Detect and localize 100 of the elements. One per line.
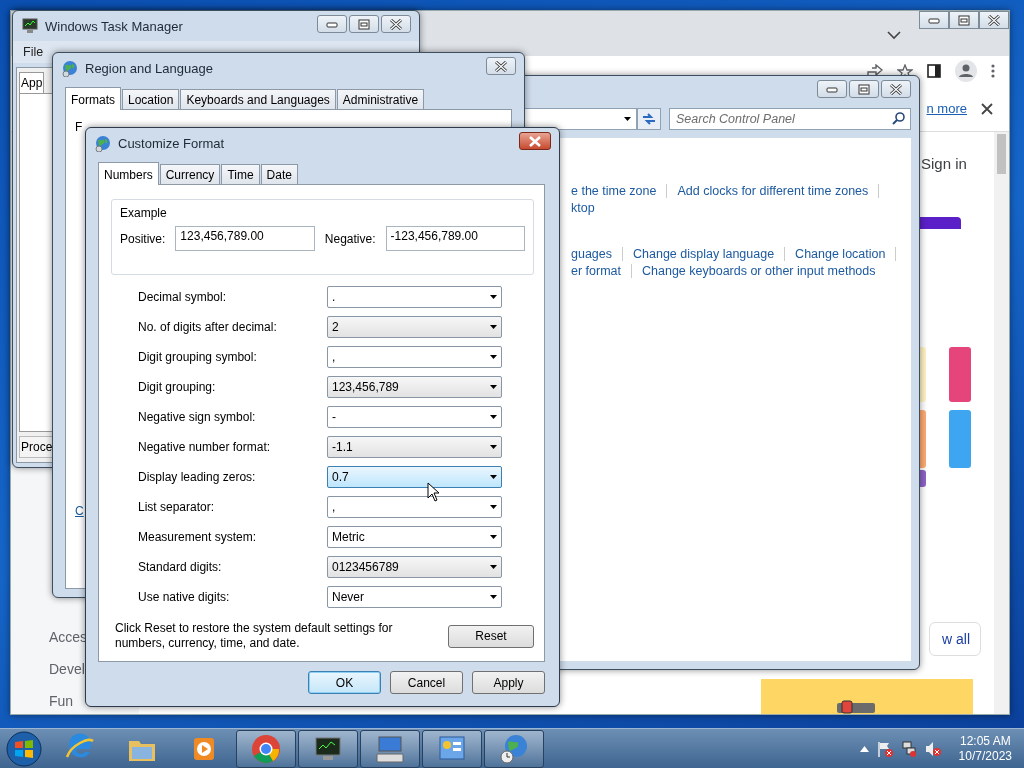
field-label: Negative number format: (138, 440, 272, 454)
app-card (949, 410, 971, 468)
caret-icon (624, 116, 632, 122)
cursor-icon (427, 482, 440, 502)
refresh-button[interactable] (637, 108, 661, 130)
reset-button[interactable]: Reset (448, 624, 534, 648)
tab[interactable]: Proce (19, 436, 55, 458)
ok-button[interactable]: OK (308, 671, 381, 694)
profile-icon[interactable] (955, 60, 977, 82)
field-label: Use native digits: (138, 590, 231, 604)
close-button[interactable] (979, 11, 1009, 29)
tab[interactable]: Numbers (98, 162, 159, 185)
settings-link[interactable]: Change keyboards or other input methods (642, 263, 886, 278)
apply-button[interactable]: Apply (472, 671, 545, 694)
field-label: Negative sign symbol: (138, 410, 257, 424)
caret-icon (490, 355, 497, 359)
dropdown[interactable]: 0.7 (327, 466, 502, 488)
cancel-button[interactable]: Cancel (390, 671, 463, 694)
start-button[interactable] (6, 730, 42, 767)
clock[interactable]: 12:05 AM 10/7/2023 (958, 733, 1012, 764)
field-label: Decimal symbol: (138, 290, 228, 304)
tab[interactable]: Currency (159, 164, 221, 184)
app-card (949, 347, 971, 402)
dropdown[interactable]: Metric (327, 526, 502, 548)
close-button[interactable] (519, 132, 551, 150)
globe-icon (94, 134, 112, 152)
field-label: Standard digits: (138, 560, 223, 574)
minimize-button[interactable] (919, 11, 949, 29)
settings-link[interactable]: Change display language (633, 246, 786, 261)
tab[interactable]: Location (122, 89, 180, 109)
dropdown[interactable]: 0123456789 (327, 556, 502, 578)
example-field: 123,456,789.00 (175, 226, 315, 251)
close-icon (890, 83, 902, 95)
dropdown[interactable]: - (327, 406, 502, 428)
more-menu-icon[interactable] (991, 64, 995, 78)
taskbar-button[interactable] (360, 729, 420, 768)
dropdown[interactable]: 123,456,789 (327, 376, 502, 398)
maximize-icon (858, 83, 870, 95)
scrollbar[interactable] (994, 132, 1009, 714)
close-icon[interactable] (981, 102, 993, 115)
window-title: Customize Format (118, 135, 225, 151)
tab[interactable]: Formats (65, 87, 121, 110)
learn-more-link[interactable]: n more (926, 101, 967, 116)
search-icon (892, 112, 905, 125)
network-icon[interactable] (900, 740, 917, 757)
taskbar-button[interactable] (484, 729, 544, 768)
field-label: Negative: (324, 231, 376, 246)
sign-in-text[interactable]: Sign in (921, 155, 967, 172)
close-button[interactable] (486, 57, 516, 75)
tab[interactable]: Administrative (336, 89, 425, 109)
chevron-down-icon[interactable] (887, 31, 901, 40)
settings-link[interactable]: ktop (571, 200, 605, 215)
settings-link[interactable]: er format (571, 263, 632, 278)
field-label: Display leading zeros: (138, 470, 257, 484)
close-button[interactable] (881, 80, 911, 98)
field-label: Measurement system: (138, 530, 258, 544)
field-label: No. of digits after decimal: (138, 320, 278, 334)
flag-icon[interactable] (876, 740, 893, 757)
taskbar-button[interactable] (236, 729, 296, 768)
tab[interactable]: Date (260, 164, 298, 184)
volume-icon[interactable] (924, 740, 941, 757)
dropdown[interactable]: , (327, 496, 502, 518)
view-all-button[interactable]: w all (929, 622, 981, 656)
maximize-icon (958, 14, 970, 26)
dropdown[interactable]: . (327, 286, 502, 308)
settings-link[interactable]: Change location (795, 246, 897, 261)
dropdown[interactable]: -1.1 (327, 436, 502, 458)
minimize-button[interactable] (817, 80, 847, 98)
settings-link[interactable]: guages (571, 246, 623, 261)
share-icon[interactable] (867, 64, 883, 78)
maximize-icon (358, 18, 370, 30)
caret-icon (490, 565, 497, 569)
tab[interactable]: Time (221, 164, 260, 184)
browser-icon (250, 732, 282, 765)
dropdown[interactable]: Never (327, 586, 502, 608)
close-icon (988, 14, 1000, 26)
settings-link[interactable]: e the time zone (571, 183, 668, 198)
taskbar-button[interactable] (298, 729, 358, 768)
tab[interactable]: Keyboards and Languages (180, 89, 336, 109)
maximize-button[interactable] (949, 11, 979, 29)
side-panel-icon[interactable] (927, 64, 941, 78)
menu-item[interactable]: File (23, 45, 44, 59)
caret-icon (490, 385, 497, 389)
field-label: Positive: (120, 231, 166, 246)
dropdown[interactable]: 2 (327, 316, 502, 338)
close-icon (495, 60, 507, 72)
settings-link[interactable]: Add clocks for different time zones (677, 183, 880, 198)
show-hidden-icon[interactable] (859, 745, 869, 752)
caret-icon (490, 325, 497, 329)
window-title: Region and Language (85, 60, 213, 76)
taskbar-button[interactable] (422, 729, 482, 768)
maximize-button[interactable] (349, 15, 379, 33)
close-button[interactable] (381, 15, 411, 33)
refresh-icon (641, 112, 657, 126)
field-label: Digit grouping: (138, 380, 217, 394)
settings-link[interactable]: C (75, 504, 84, 518)
search-field[interactable]: Search Control Panel (669, 108, 911, 130)
minimize-button[interactable] (317, 15, 347, 33)
tab[interactable]: App (19, 72, 45, 93)
dropdown[interactable]: , (327, 346, 502, 368)
